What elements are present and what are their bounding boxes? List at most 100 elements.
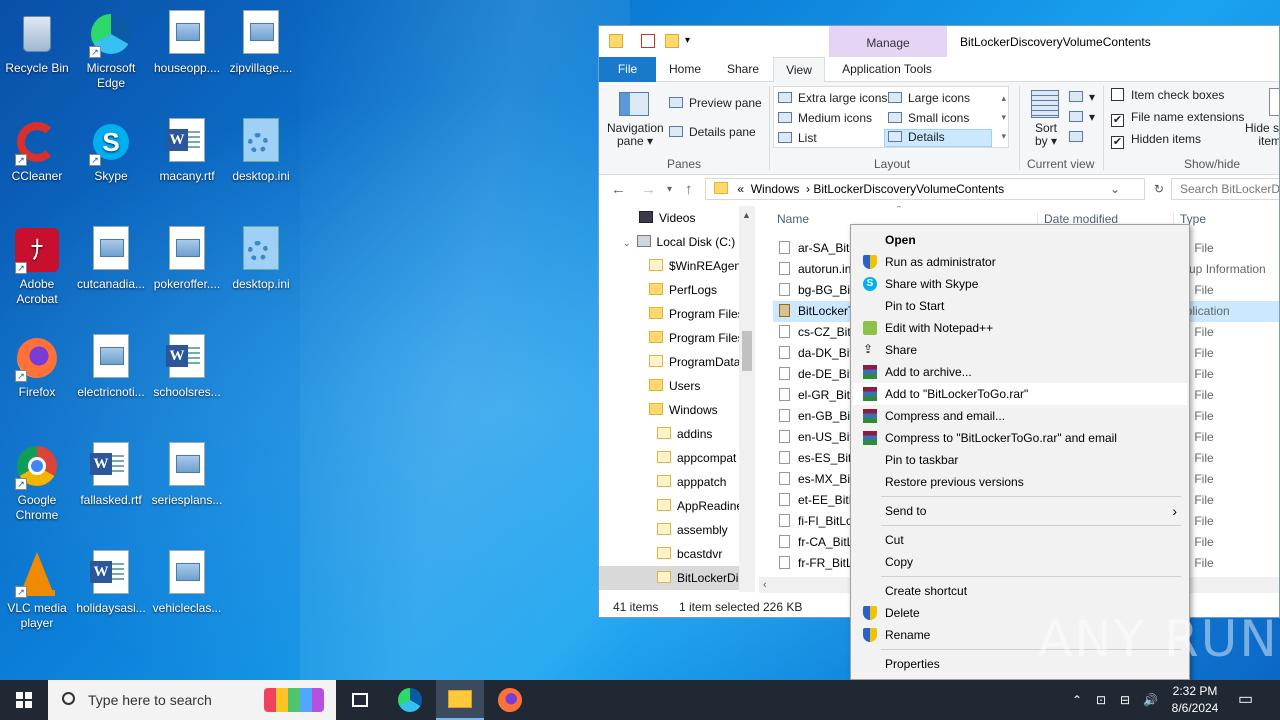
up-arrow-icon[interactable]: ↑ <box>685 181 693 198</box>
desktop-icon-recycle-bin[interactable]: Recycle Bin <box>1 6 73 76</box>
menu-item-copy[interactable]: Copy <box>853 551 1187 573</box>
title-bar[interactable]: ▾ Manage BitLockerDiscoveryVolumeContent… <box>599 26 1279 57</box>
desktop-icon-word-doc[interactable]: W schoolsres... <box>151 330 223 400</box>
hidden-items-toggle[interactable]: ✔ Hidden items <box>1111 132 1201 149</box>
scroll-left-icon[interactable]: ‹ <box>763 577 767 593</box>
desktop-icon-adobe-acrobat[interactable]: ﾅ ↗ Adobe Acrobat <box>1 222 73 307</box>
address-overflow[interactable]: « <box>737 182 744 196</box>
column-name[interactable]: Name <box>777 212 809 226</box>
properties-icon[interactable] <box>641 34 655 48</box>
desktop-icon-image-file[interactable]: cutcanadia... <box>75 222 147 292</box>
address-bar[interactable]: « Windows › BitLockerDiscoveryVolumeCont… <box>705 178 1164 200</box>
menu-item-add-to-archive[interactable]: Add to archive... <box>853 361 1187 383</box>
menu-item-compress-to-rar-and-email[interactable]: Compress to "BitLockerToGo.rar" and emai… <box>853 427 1187 449</box>
desktop-icon-ccleaner[interactable]: ↗ CCleaner <box>1 114 73 184</box>
desktop-icon-image-file[interactable]: vehicleclas... <box>151 546 223 616</box>
volume-icon[interactable]: 🔊 <box>1143 680 1158 720</box>
tab-view[interactable]: View <box>773 57 825 83</box>
sort-by-button[interactable]: Sort by ▾ <box>1029 122 1063 148</box>
nav-item-folder[interactable]: Users <box>649 374 700 398</box>
desktop-icon-google-chrome[interactable]: ↗ Google Chrome <box>1 438 73 523</box>
back-arrow-icon[interactable]: ← <box>611 181 626 198</box>
nav-item-folder[interactable]: Program Files <box>649 326 744 350</box>
tab-share[interactable]: Share <box>717 57 769 82</box>
breadcrumb-current-folder[interactable]: BitLockerDiscoveryVolumeContents <box>813 182 1004 196</box>
nav-item-local-disk[interactable]: ⌄ Local Disk (C:) <box>623 230 735 254</box>
size-columns-button[interactable] <box>1069 130 1089 144</box>
nav-item-folder[interactable]: $WinREAgent <box>649 254 744 278</box>
menu-item-open[interactable]: Open <box>853 229 1187 251</box>
menu-item-pin-to-start[interactable]: Pin to Start <box>853 295 1187 317</box>
desktop-icon-ini-file[interactable]: desktop.ini <box>225 222 297 292</box>
ethernet-icon[interactable]: ⊟ <box>1120 680 1130 720</box>
menu-item-share[interactable]: ⇪ Share <box>853 339 1187 361</box>
tab-manage[interactable]: Manage <box>829 26 947 57</box>
menu-item-share-with-skype[interactable]: S Share with Skype <box>853 273 1187 295</box>
recent-locations-chevron-icon[interactable]: ▾ <box>667 184 672 195</box>
desktop-icon-image-file[interactable]: electricnoti... <box>75 330 147 400</box>
network-icon[interactable]: ⊡ <box>1096 680 1106 720</box>
taskbar-firefox[interactable] <box>486 680 534 720</box>
desktop-icon-word-doc[interactable]: W fallasked.rtf <box>75 438 147 508</box>
forward-arrow-icon[interactable]: → <box>641 181 656 198</box>
layout-extra-large-icons[interactable]: Extra large icons <box>778 91 887 105</box>
menu-item-create-shortcut[interactable]: Create shortcut <box>853 580 1187 602</box>
refresh-icon[interactable]: ↻ <box>1154 179 1164 199</box>
desktop-icon-word-doc[interactable]: W holidaysasi... <box>75 546 147 616</box>
task-view-button[interactable] <box>336 680 384 720</box>
taskbar-edge[interactable] <box>386 680 434 720</box>
nav-scrollbar-thumb[interactable] <box>742 331 752 371</box>
menu-item-run-as-administrator[interactable]: Run as administrator <box>853 251 1187 273</box>
show-hidden-icons-button[interactable]: ⌃ <box>1072 680 1082 720</box>
clock[interactable]: 2:32 PM 8/6/2024 <box>1160 683 1230 717</box>
menu-item-cut[interactable]: Cut <box>853 529 1187 551</box>
desktop-icon-image-file[interactable]: houseopp.... <box>151 6 223 76</box>
notifications-icon[interactable]: ▭ <box>1238 680 1253 720</box>
nav-item-folder[interactable]: bcastdvr <box>657 542 722 566</box>
nav-item-folder[interactable]: PerfLogs <box>649 278 717 302</box>
nav-item-folder[interactable]: AppReadine <box>657 494 743 518</box>
menu-item-pin-to-taskbar[interactable]: Pin to taskbar <box>853 449 1187 471</box>
taskbar-file-explorer[interactable] <box>436 680 484 720</box>
desktop-icon-skype[interactable]: S ↗ Skype <box>75 114 147 184</box>
menu-item-restore-previous-versions[interactable]: Restore previous versions <box>853 471 1187 493</box>
nav-item-folder[interactable]: Program Files <box>649 302 744 326</box>
navigation-pane-button[interactable]: Navigation pane ▾ <box>607 122 664 148</box>
add-columns-button[interactable]: ▾ <box>1069 110 1095 124</box>
file-name-extensions-toggle[interactable]: ✔ File name extensions <box>1111 110 1244 127</box>
menu-item-edit-with-notepad[interactable]: Edit with Notepad++ <box>853 317 1187 339</box>
group-by-button[interactable]: ▾ <box>1069 90 1095 104</box>
layout-scroll-arrows-icon[interactable]: ▴ ▾ ▾ <box>1001 89 1006 146</box>
nav-item-folder[interactable]: assembly <box>657 518 728 542</box>
item-check-boxes-toggle[interactable]: Item check boxes <box>1111 88 1224 102</box>
nav-scrollbar[interactable]: ▲ <box>739 206 755 592</box>
desktop-icon-image-file[interactable]: pokeroffer.... <box>151 222 223 292</box>
nav-item-folder[interactable]: appcompat <box>657 446 736 470</box>
taskbar-search-box[interactable]: Type here to search <box>48 680 336 720</box>
quick-access-dropdown-icon[interactable]: ▾ <box>685 34 699 48</box>
new-folder-icon[interactable] <box>665 34 679 48</box>
menu-item-compress-and-email[interactable]: Compress and email... <box>853 405 1187 427</box>
desktop-icon-firefox[interactable]: ↗ Firefox <box>1 330 73 400</box>
tab-file[interactable]: File <box>599 57 656 82</box>
layout-small-icons[interactable]: Small icons <box>888 111 969 125</box>
nav-item-selected-folder[interactable]: BitLockerDi <box>599 566 739 590</box>
menu-item-send-to[interactable]: Send to › <box>853 500 1187 522</box>
desktop-icon-ini-file[interactable]: desktop.ini <box>225 114 297 184</box>
layout-large-icons[interactable]: Large icons <box>888 91 970 105</box>
desktop-icon-vlc[interactable]: ↗ VLC media player <box>1 546 73 631</box>
tab-home[interactable]: Home <box>659 57 711 82</box>
breadcrumb-windows[interactable]: Windows <box>751 182 800 196</box>
desktop-icon-edge[interactable]: ↗ Microsoft Edge <box>75 6 147 91</box>
start-button[interactable] <box>0 680 48 720</box>
desktop-icon-image-file[interactable]: zipvillage.... <box>225 6 297 76</box>
layout-list[interactable]: List <box>778 131 817 145</box>
nav-item-folder[interactable]: addins <box>657 422 712 446</box>
nav-item-folder[interactable]: Windows <box>649 398 718 422</box>
nav-item-folder[interactable]: apppatch <box>657 470 726 494</box>
menu-item-add-to-rar[interactable]: Add to "BitLockerToGo.rar" <box>853 383 1187 405</box>
details-pane-button[interactable]: Details pane <box>669 125 756 139</box>
address-dropdown-icon[interactable]: ⌄ <box>1110 179 1120 199</box>
layout-medium-icons[interactable]: Medium icons <box>778 111 872 125</box>
nav-item-folder[interactable]: ProgramData <box>649 350 740 374</box>
